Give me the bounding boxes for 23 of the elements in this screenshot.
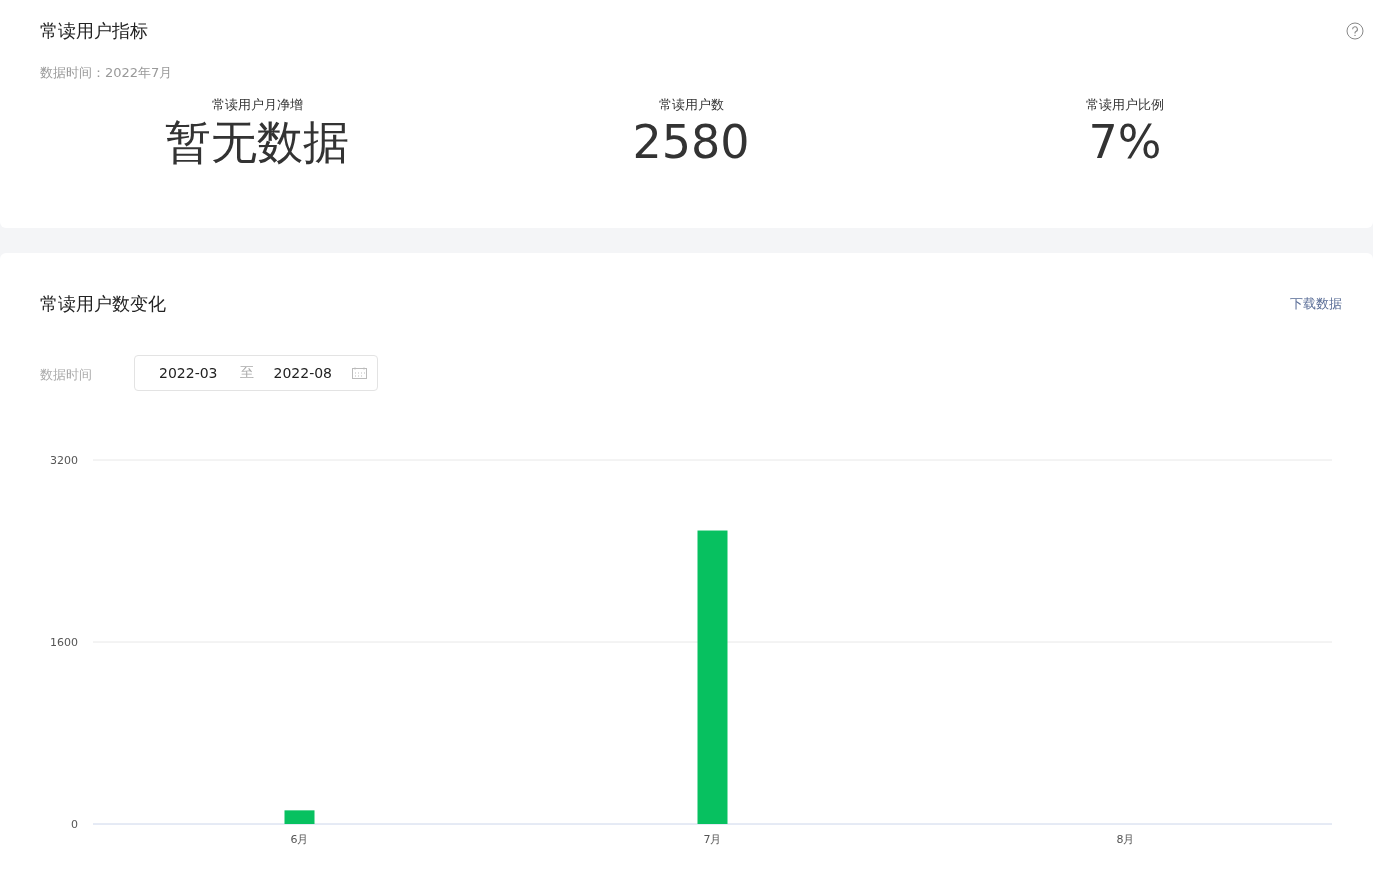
section-title: 常读用户数变化 [40,292,166,316]
y-tick-label: 1600 [50,636,78,649]
metric-label: 常读用户月净增 [211,96,303,114]
y-tick-label: 0 [71,818,78,831]
date-range-picker[interactable]: 2022-03 至 2022-08 [134,355,378,391]
x-tick-label: 8月 [1116,833,1135,846]
metric-value: 7% [1088,114,1162,170]
filter-label: 数据时间 [40,366,93,384]
calendar-icon [352,367,367,379]
metric-value: 2580 [632,114,750,170]
range-separator: 至 [239,364,254,382]
section-title: 常读用户指标 [40,19,148,43]
end-date: 2022-08 [273,365,332,381]
metric-label: 常读用户数 [658,96,724,114]
x-tick-label: 7月 [703,833,722,846]
metric-value: 暂无数据 [165,114,349,170]
help-icon[interactable] [1346,22,1364,40]
start-date: 2022-03 [159,365,218,381]
download-link[interactable]: 下载数据 [1290,295,1342,313]
data-time-text: 数据时间：2022年7月 [40,64,174,82]
metric-label: 常读用户比例 [1086,96,1164,114]
y-tick-label: 3200 [50,454,78,467]
x-tick-label: 6月 [290,833,309,846]
